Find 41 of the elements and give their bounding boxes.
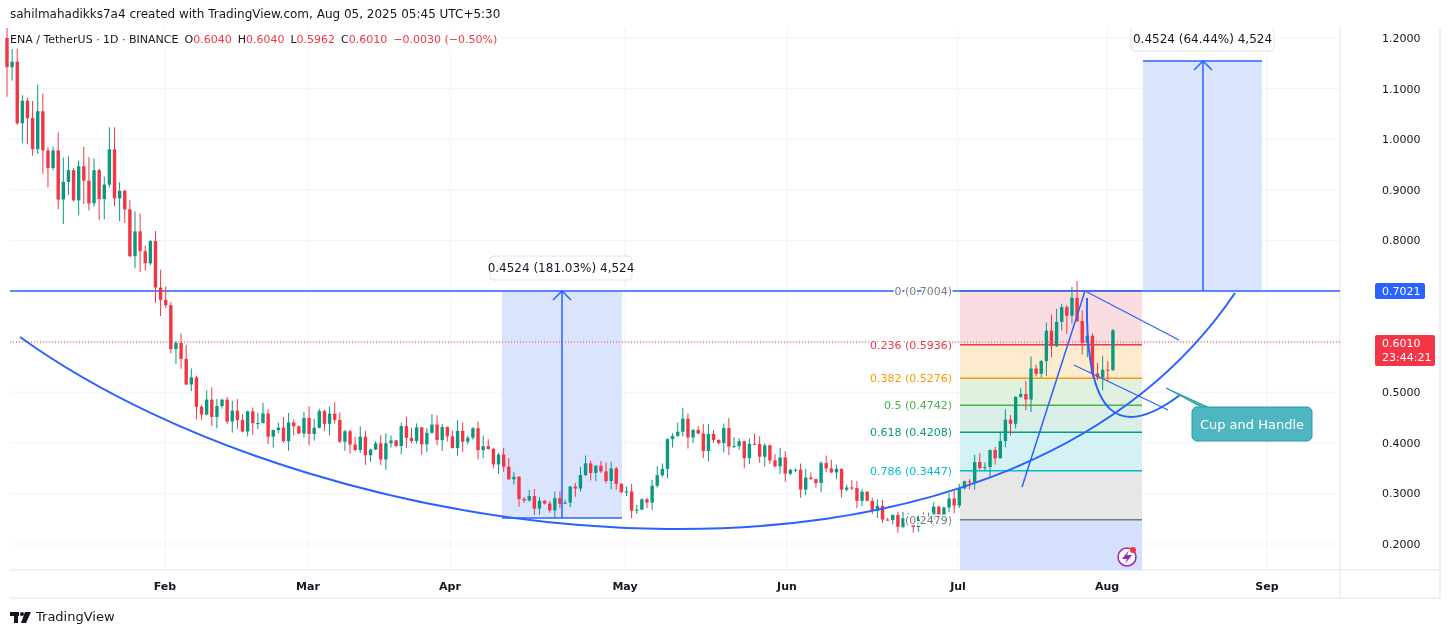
month-label: Feb [153,580,177,593]
ohlc-label: C [341,32,349,48]
price-tick: 1.1000 [1382,82,1421,96]
month-label: May [612,580,638,593]
month-label: Jun [777,580,797,593]
measure-label: 0.4524 (64.44%) 4,524 [1130,28,1275,52]
fib-level-label: 0.236 (0.5936) [869,338,952,352]
month-label: Sep [1255,580,1279,593]
brand-name: TradingView [36,608,115,627]
fib-level-label: 0.786 (0.3447) [869,464,952,478]
ohlc-label: H [237,32,246,48]
pattern-callout: Cup and Handle [1165,387,1313,442]
fib-level-label: 0.382 (0.5276) [869,372,952,386]
ohlc-value: 0.6010 [348,32,388,48]
ohlc-label: L [290,32,297,48]
ohlc-value: 0.5962 [296,32,336,48]
measure-label: 0.4524 (181.03%) 4,524 [487,255,635,281]
price-tick: 0.8000 [1382,234,1421,248]
ohlc-value: 0.6040 [193,32,232,48]
price-change: −0.0030 (−0.50%) [393,32,498,48]
fib-level-label: 0.5 (0.4742) [883,399,952,413]
logo-icon [10,611,31,623]
fib-level-label: 0.618 (0.4208) [869,426,952,440]
month-label: Apr [439,580,461,593]
price-tick: 0.9000 [1382,183,1421,197]
price-tick: 0.3000 [1382,487,1421,501]
month-label: Jul [950,580,966,593]
ohlc-value: 0.6040 [245,32,285,48]
price-badge: 0.7021 [1375,283,1425,299]
price-tick: 0.5000 [1382,386,1421,400]
price-tick: 1.0000 [1382,133,1421,147]
price-tick: 0.2000 [1382,538,1421,551]
symbol-title: ENA / TetherUS · 1D · BINANCE [10,32,179,48]
lightning-icon [1117,547,1137,567]
month-label: Aug [1094,580,1120,593]
price-tick: 1.2000 [1382,32,1421,45]
price-tick: 0.4000 [1382,436,1421,450]
ohlc-label: O [184,32,194,48]
last-price-badge: 0.6010 23:44:21 [1375,335,1435,366]
attribution-text: sahilmahadikks7a4 created with TradingView.com, Aug 05, 2025 05:45 UTC+5:30 [10,6,501,23]
month-label: Mar [296,580,320,593]
